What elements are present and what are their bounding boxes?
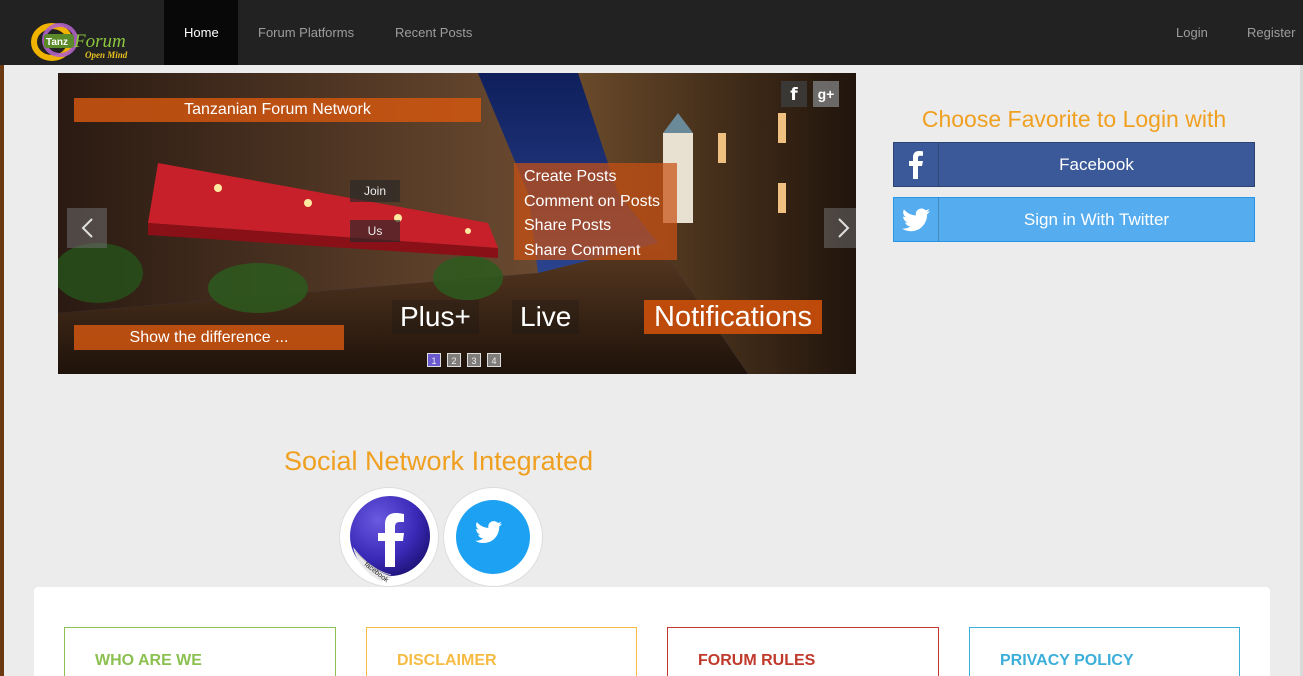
chevron-right-icon <box>838 218 850 238</box>
slider-plus-text: Plus+ <box>392 300 479 334</box>
card-title: PRIVACY POLICY <box>1000 652 1134 669</box>
feature-item: Share Posts <box>524 217 612 234</box>
facebook-login-button[interactable]: Facebook <box>893 142 1255 187</box>
facebook-sticker-button[interactable]: facebook <box>339 487 439 587</box>
who-are-we-card[interactable]: WHO ARE WE <box>64 627 336 676</box>
slider-title-caption: Tanzanian Forum Network <box>74 98 481 122</box>
disclaimer-card[interactable]: DISCLAIMER <box>366 627 637 676</box>
facebook-login-label: Facebook <box>1059 155 1134 174</box>
hero-slider[interactable]: Tanzanian Forum Network Join Us Create P… <box>58 73 856 374</box>
pager-dot[interactable]: 4 <box>487 353 501 367</box>
slider-join-label: Join <box>350 180 400 202</box>
nav-recent-posts-link[interactable]: Recent Posts <box>375 0 492 65</box>
facebook-icon <box>894 143 939 186</box>
page-left-border <box>0 65 4 676</box>
forum-rules-card[interactable]: FORUM RULES <box>667 627 939 676</box>
facebook-icon[interactable]: f <box>781 81 807 107</box>
slider-features-box: Create Posts Comment on Posts Share Post… <box>514 163 677 260</box>
site-logo[interactable]: Tanz Forum Open Mind <box>30 20 140 64</box>
card-title: FORUM RULES <box>698 652 816 669</box>
slider-live-text: Live <box>512 300 580 334</box>
top-navbar: Tanz Forum Open Mind Home Forum Platform… <box>0 0 1303 65</box>
nav-home-link[interactable]: Home <box>164 0 238 65</box>
card-title: WHO ARE WE <box>95 652 202 669</box>
card-title: DISCLAIMER <box>397 652 497 669</box>
slider-us-label: Us <box>350 220 400 242</box>
twitter-login-label: Sign in With Twitter <box>1023 210 1170 229</box>
nav-login-link[interactable]: Login <box>1156 0 1228 65</box>
logo-brand-text: Forum <box>73 31 126 52</box>
feature-item: Comment on Posts <box>524 192 661 210</box>
nav-register-link[interactable]: Register <box>1227 0 1303 65</box>
feature-item: Create Posts <box>524 168 617 185</box>
twitter-icon <box>894 198 939 241</box>
social-integrated-title: Social Network Integrated <box>284 446 594 476</box>
slider-bottom-caption: Show the difference ... <box>74 325 344 350</box>
pager-dot[interactable]: 3 <box>467 353 481 367</box>
slider-notifications-text: Notifications <box>644 300 822 334</box>
chevron-left-icon <box>81 218 93 238</box>
slider-next-button[interactable] <box>824 208 856 248</box>
twitter-bird-icon <box>456 500 530 574</box>
twitter-circle-button[interactable] <box>443 487 543 587</box>
facebook-sticker-icon: facebook <box>350 496 430 584</box>
logo-tagline: Open Mind <box>85 50 128 60</box>
logo-main-text: Tanz <box>46 37 68 48</box>
feature-item: Share Comment <box>524 241 641 259</box>
pager-dot[interactable]: 2 <box>447 353 461 367</box>
twitter-login-button[interactable]: Sign in With Twitter <box>893 197 1255 242</box>
logo-graphic: Tanz Forum Open Mind <box>31 23 128 61</box>
google-plus-icon[interactable]: g+ <box>813 81 839 107</box>
nav-forum-platforms-link[interactable]: Forum Platforms <box>238 0 374 65</box>
login-panel-title: Choose Favorite to Login with <box>921 106 1227 132</box>
privacy-policy-card[interactable]: PRIVACY POLICY <box>969 627 1240 676</box>
footer-info-panel: WHO ARE WE DISCLAIMER FORUM RULES PRIVAC… <box>34 587 1270 676</box>
pager-dot[interactable]: 1 <box>427 353 441 367</box>
slider-prev-button[interactable] <box>67 208 107 248</box>
